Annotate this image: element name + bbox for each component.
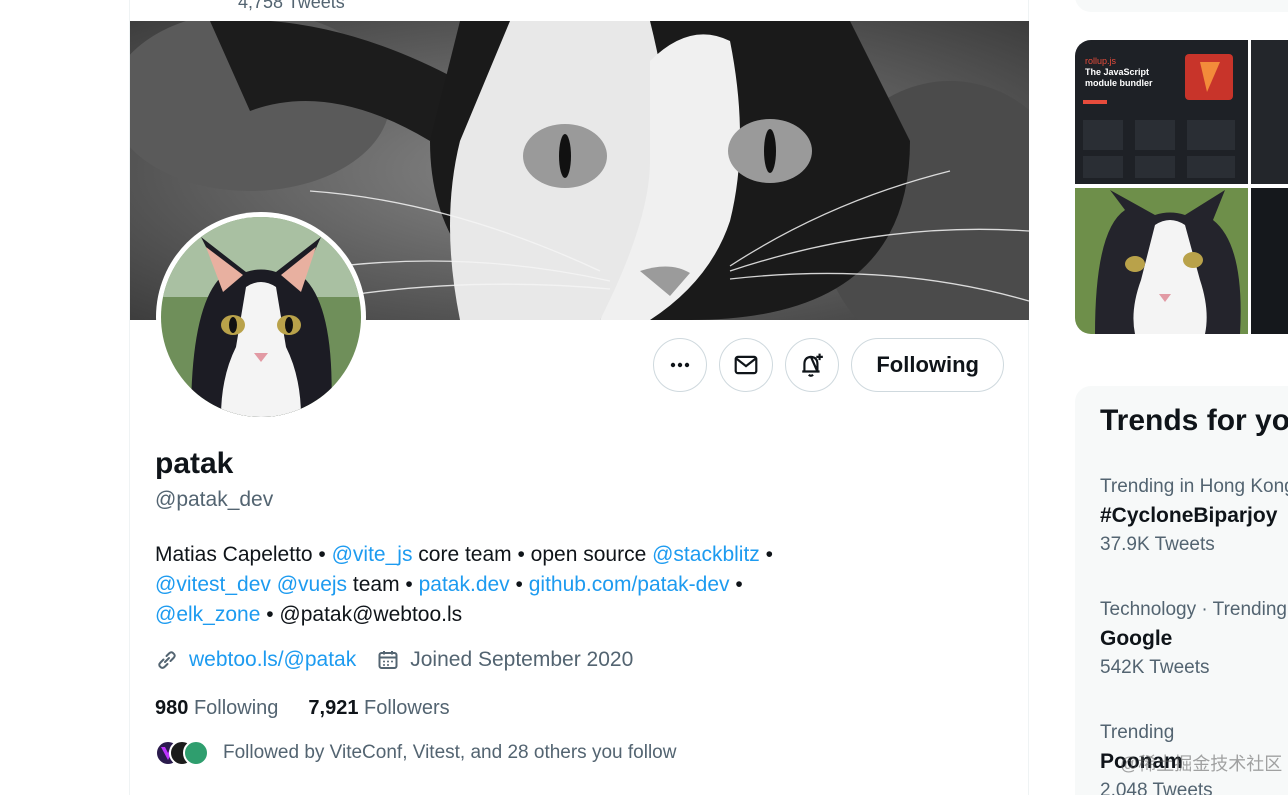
bio-text: • @patak@webtoo.ls	[260, 603, 463, 626]
bio-link[interactable]: patak.dev	[419, 573, 510, 596]
profile-bio: Matias Capeletto • @vite_js core team • …	[155, 540, 875, 630]
profile-name: patak	[155, 447, 234, 480]
follow-counts: 980 Following 7,921 Followers	[155, 697, 450, 720]
rollup-preview-title: rollup.js	[1085, 56, 1117, 66]
mail-icon	[734, 355, 758, 375]
followers-count: 7,921	[308, 697, 359, 719]
profile-avatar[interactable]	[156, 212, 366, 422]
bio-text: Matias Capeletto •	[155, 543, 332, 566]
sidebar-search-card	[1075, 0, 1288, 12]
trend-context: Technology · Trending	[1100, 599, 1287, 620]
bio-link[interactable]: @stackblitz	[652, 543, 760, 566]
media-preview-grid[interactable]: rollup.js The JavaScript module bundler	[1075, 40, 1288, 334]
followed-by-text: Followed by ViteConf, Vitest, and 28 oth…	[223, 742, 677, 763]
bio-line: @vitest_dev @vuejs team • patak.dev • gi…	[155, 570, 875, 600]
following-count-link[interactable]: 980 Following	[155, 697, 278, 720]
trend-item[interactable]: Technology · Trending Google 542K Tweets	[1100, 599, 1287, 679]
bio-link[interactable]: github.com/patak-dev	[529, 573, 730, 596]
watermark: @稀土掘金技术社区	[1120, 754, 1283, 774]
trend-topic: Google	[1100, 627, 1173, 650]
follower-avatar	[183, 740, 209, 766]
following-button[interactable]: Following	[851, 338, 1004, 392]
more-button[interactable]	[653, 338, 708, 392]
tweets-count: 4,758 Tweets	[238, 0, 345, 12]
profile-meta: webtoo.ls/@patak Joined September 2020	[155, 648, 633, 672]
bio-link[interactable]: @vuejs	[277, 573, 347, 596]
profile-actions: Following	[653, 338, 1004, 392]
message-button[interactable]	[719, 338, 774, 392]
bio-text: team •	[347, 573, 419, 596]
bio-line: @elk_zone • @patak@webtoo.ls	[155, 600, 875, 630]
calendar-icon	[376, 648, 400, 672]
following-count: 980	[155, 697, 189, 719]
followed-by[interactable]: Followed by ViteConf, Vitest, and 28 oth…	[155, 740, 676, 766]
followers-label: Followers	[364, 697, 450, 719]
bell-plus-icon	[802, 353, 824, 377]
bio-text: core team • open source	[412, 543, 653, 566]
bio-line: Matias Capeletto • @vite_js core team • …	[155, 540, 875, 570]
bio-text: •	[509, 573, 529, 596]
followers-count-link[interactable]: 7,921 Followers	[308, 697, 449, 720]
rollup-preview-subtitle: The JavaScript module bundler	[1085, 67, 1153, 88]
trend-count: 37.9K Tweets	[1100, 534, 1215, 555]
bio-link[interactable]: @vitest_dev	[155, 573, 271, 596]
bio-text: •	[759, 543, 773, 566]
following-label: Following	[193, 697, 279, 719]
trend-context: Trending in Hong Kong	[1100, 476, 1288, 497]
trend-count: 542K Tweets	[1100, 657, 1210, 678]
bio-link[interactable]: @elk_zone	[155, 603, 260, 626]
notifications-button[interactable]	[785, 338, 840, 392]
trend-topic: #CycloneBiparjoy	[1100, 504, 1278, 527]
more-icon	[671, 362, 690, 368]
profile-website-link[interactable]: webtoo.ls/@patak	[189, 648, 356, 672]
profile-handle: @patak_dev	[155, 488, 274, 511]
profile-column: 4,758 Tweets Following patak @patak_dev …	[129, 0, 1029, 795]
link-icon	[155, 648, 179, 672]
trend-count: 2,048 Tweets	[1100, 780, 1213, 795]
trends-panel: Trends for you Trending in Hong Kong #Cy…	[1075, 386, 1288, 795]
trend-context: Trending	[1100, 722, 1175, 743]
bio-link[interactable]: @vite_js	[332, 543, 413, 566]
trend-item[interactable]: Trending in Hong Kong #CycloneBiparjoy 3…	[1100, 476, 1288, 556]
trends-title: Trends for you	[1100, 404, 1288, 437]
joined-date: Joined September 2020	[410, 648, 634, 671]
bio-text: •	[729, 573, 743, 596]
